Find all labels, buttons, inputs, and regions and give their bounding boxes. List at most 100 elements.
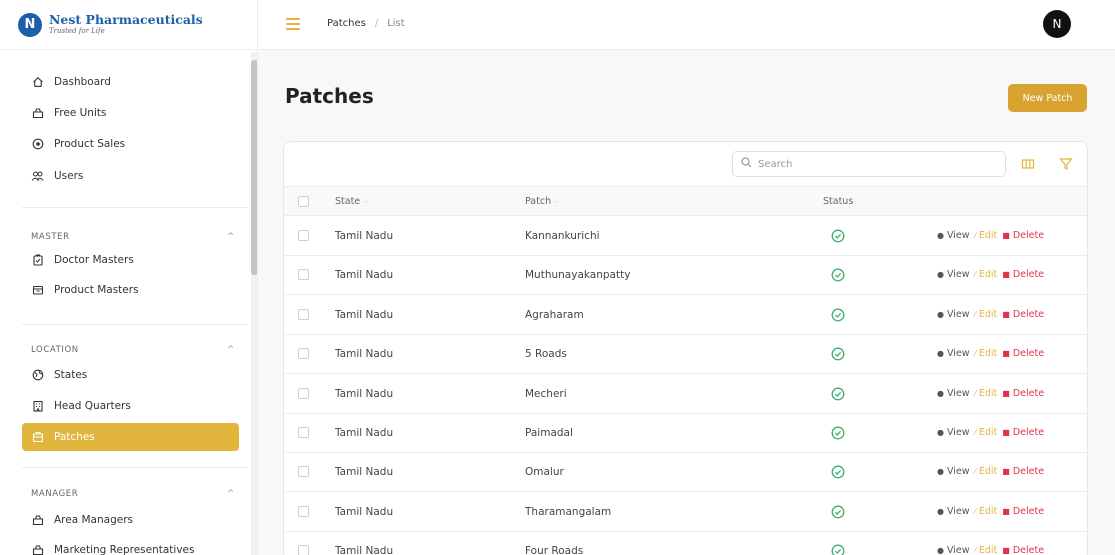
brand[interactable]: N Nest Pharmaceuticals Trusted for Life: [0, 0, 257, 50]
check-circle-icon: [831, 347, 845, 361]
breadcrumb: Patches / List: [327, 18, 405, 29]
row-actions: ● View ⁄ Edit ■ Delete: [937, 348, 1044, 359]
view-button[interactable]: ● View: [937, 348, 970, 359]
search-box[interactable]: [732, 151, 1006, 177]
table-row: Tamil Nadu Agraharam ● View ⁄ Edit ■ Delete: [284, 296, 1087, 335]
home-icon: [31, 76, 44, 89]
row-checkbox[interactable]: [298, 230, 309, 241]
delete-button[interactable]: ■ Delete: [1002, 506, 1044, 517]
check-circle-icon: [831, 268, 845, 282]
delete-button[interactable]: ■ Delete: [1002, 388, 1044, 399]
edit-button[interactable]: ⁄ Edit: [975, 506, 998, 517]
edit-button[interactable]: ⁄ Edit: [975, 309, 998, 320]
section-master[interactable]: MASTER ^: [31, 232, 235, 242]
filter-icon[interactable]: [1059, 156, 1075, 172]
sidebar-item-states[interactable]: States: [22, 361, 239, 389]
columns-icon[interactable]: [1021, 156, 1037, 172]
sidebar-item-free-units[interactable]: Free Units: [22, 99, 239, 127]
search-input[interactable]: [758, 158, 988, 170]
column-header-patch[interactable]: Patch –: [525, 196, 559, 207]
table-row: Tamil Nadu Muthunayakanpatty ● View ⁄ Edit ■ De…: [284, 256, 1087, 296]
row-checkbox[interactable]: [298, 427, 309, 438]
row-checkbox[interactable]: [298, 308, 309, 320]
edit-button[interactable]: ⁄ Edit: [975, 230, 998, 241]
cell-patch: Paimadal: [525, 427, 573, 439]
edit-button[interactable]: ⁄ Edit: [975, 269, 998, 280]
delete-button[interactable]: ■ Delete: [1002, 269, 1044, 280]
row-checkbox[interactable]: [298, 269, 309, 281]
breadcrumb-patches[interactable]: Patches: [327, 18, 366, 29]
trash-icon: ■: [1002, 467, 1010, 477]
sidebar-item-patches[interactable]: Patches: [22, 423, 239, 451]
pencil-icon: ⁄: [974, 506, 976, 516]
cell-state: Tamil Nadu: [335, 466, 394, 479]
delete-button[interactable]: ■ Delete: [1002, 427, 1044, 438]
row-actions: ● View ⁄ Edit ■ Delete: [937, 388, 1044, 399]
table-row: Tamil Nadu Mecheri ● View ⁄ Edit ■ Delete: [284, 375, 1087, 414]
check-circle-icon: [831, 544, 845, 555]
sidebar-item-marketing-representatives[interactable]: Marketing Representatives: [22, 536, 239, 555]
new-patch-button[interactable]: New Patch: [1008, 84, 1087, 112]
delete-button[interactable]: ■ Delete: [1002, 545, 1044, 555]
edit-button[interactable]: ⁄ Edit: [975, 348, 998, 359]
view-button[interactable]: ● View: [937, 309, 970, 320]
eye-icon: ●: [937, 270, 944, 280]
section-manager[interactable]: MANAGER ^: [31, 489, 235, 499]
delete-button[interactable]: ■ Delete: [1002, 230, 1044, 241]
select-all-checkbox[interactable]: [298, 196, 309, 207]
cell-patch: Four Roads: [525, 545, 584, 555]
menu-icon[interactable]: [286, 18, 300, 30]
table-header: State – Patch – Status: [284, 186, 1087, 216]
breadcrumb-separator: /: [374, 18, 379, 29]
delete-button[interactable]: ■ Delete: [1002, 466, 1044, 477]
row-checkbox[interactable]: [298, 387, 309, 399]
trash-icon: ■: [1002, 270, 1010, 280]
view-button[interactable]: ● View: [937, 545, 970, 555]
check-circle-icon: [831, 465, 845, 479]
edit-button[interactable]: ⁄ Edit: [975, 388, 998, 399]
sidebar-item-dashboard[interactable]: Dashboard: [22, 68, 239, 96]
bag-icon: [31, 107, 44, 120]
page-title: Patches: [285, 84, 374, 108]
pencil-icon: ⁄: [974, 231, 976, 240]
column-header-status: Status: [823, 196, 854, 207]
sidebar-divider: [22, 324, 248, 325]
edit-button[interactable]: ⁄ Edit: [975, 427, 998, 438]
column-header-state[interactable]: State –: [335, 196, 368, 207]
row-checkbox[interactable]: [298, 545, 309, 555]
delete-button[interactable]: ■ Delete: [1002, 348, 1044, 359]
check-circle-icon: [831, 426, 845, 440]
row-checkbox[interactable]: [298, 466, 309, 478]
sidebar-item-product-masters[interactable]: Product Masters: [22, 276, 239, 304]
delete-button[interactable]: ■ Delete: [1002, 309, 1044, 320]
eye-icon: ●: [937, 546, 944, 555]
sidebar-item-doctor-masters[interactable]: Doctor Masters: [22, 246, 239, 274]
pencil-icon: ⁄: [974, 546, 976, 555]
section-location[interactable]: LOCATION ^: [31, 345, 235, 355]
row-checkbox[interactable]: [298, 505, 309, 517]
sort-icon: –: [555, 197, 560, 206]
cell-patch: Muthunayakanpatty: [525, 269, 631, 282]
sidebar-item-head-quarters[interactable]: Head Quarters: [22, 392, 239, 420]
view-button[interactable]: ● View: [937, 230, 970, 241]
view-button[interactable]: ● View: [937, 388, 970, 399]
view-button[interactable]: ● View: [937, 466, 970, 477]
sidebar-item-area-managers[interactable]: Area Managers: [22, 506, 239, 534]
sidebar-divider: [22, 207, 248, 208]
pencil-icon: ⁄: [974, 467, 976, 477]
table-row: Tamil Nadu Omalur ● View ⁄ Edit ■ Delete: [284, 453, 1087, 493]
sidebar-item-product-sales[interactable]: Product Sales: [22, 130, 239, 158]
view-button[interactable]: ● View: [937, 269, 970, 280]
sidebar-item-users[interactable]: Users: [22, 162, 239, 190]
view-button[interactable]: ● View: [937, 506, 970, 517]
eye-icon: ●: [937, 231, 944, 240]
pencil-icon: ⁄: [974, 388, 976, 398]
avatar[interactable]: N: [1043, 10, 1071, 38]
view-button[interactable]: ● View: [937, 427, 970, 438]
edit-button[interactable]: ⁄ Edit: [975, 466, 998, 477]
row-checkbox[interactable]: [298, 348, 309, 360]
check-circle-icon: [831, 387, 845, 401]
sidebar-scrollbar-thumb[interactable]: [251, 60, 257, 275]
edit-button[interactable]: ⁄ Edit: [975, 545, 998, 555]
brand-tagline: Trusted for Life: [49, 27, 105, 35]
